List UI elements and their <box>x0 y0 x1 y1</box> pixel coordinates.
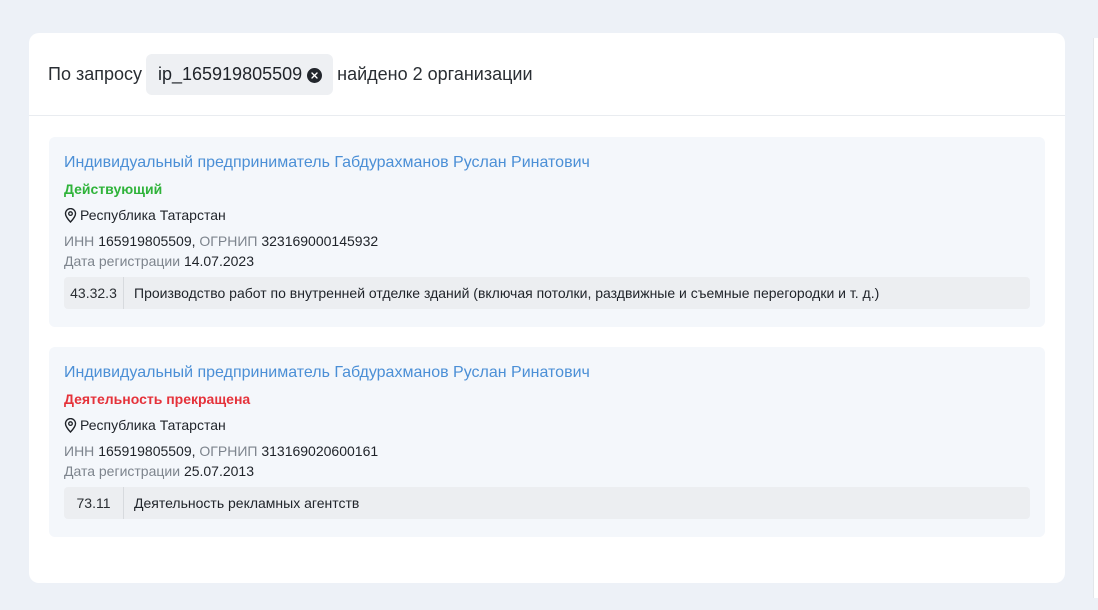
inn-value: 165919805509, <box>98 233 196 249</box>
region-text: Республика Татарстан <box>80 207 226 223</box>
organization-name-link[interactable]: Индивидуальный предприниматель Габдурахм… <box>64 362 590 384</box>
organization-item: Индивидуальный предприниматель Габдурахм… <box>49 137 1045 327</box>
okved-code: 43.32.3 <box>64 277 124 309</box>
search-prefix: По запросу <box>48 63 142 84</box>
ogrnip-value: 323169000145932 <box>261 233 379 249</box>
search-summary: По запросу ip_165919805509 найдено 2 орг… <box>29 33 1065 116</box>
search-suffix: найдено 2 организации <box>337 63 533 84</box>
organization-name-link[interactable]: Индивидуальный предприниматель Габдурахм… <box>64 152 590 174</box>
inn-label: ИНН <box>64 443 95 459</box>
ogrnip-value: 313169020600161 <box>261 443 379 459</box>
ogrnip-label: ОГРНИП <box>199 443 258 459</box>
side-panel-edge <box>1093 38 1098 598</box>
registration-date-label: Дата регистрации <box>64 253 181 269</box>
okved-code: 73.11 <box>64 487 124 519</box>
status-badge: Действующий <box>64 181 163 197</box>
okved-row: 43.32.3 Производство работ по внутренней… <box>64 277 1030 309</box>
registration-date-label: Дата регистрации <box>64 463 181 479</box>
okved-name: Производство работ по внутренней отделке… <box>134 285 880 301</box>
identifiers: ИНН 165919805509, ОГРНИП 323169000145932 <box>64 232 1030 250</box>
registration-date: Дата регистрации 14.07.2023 <box>64 252 1030 270</box>
inn-label: ИНН <box>64 233 95 249</box>
identifiers: ИНН 165919805509, ОГРНИП 313169020600161 <box>64 442 1030 460</box>
search-results-card: По запросу ip_165919805509 найдено 2 орг… <box>29 33 1065 583</box>
location-pin-icon <box>64 417 77 433</box>
query-text: ip_165919805509 <box>157 63 303 84</box>
location-pin-icon <box>64 207 77 223</box>
region: Республика Татарстан <box>64 416 1030 434</box>
registration-date-value: 14.07.2023 <box>183 253 255 269</box>
close-icon[interactable] <box>307 68 323 83</box>
region: Республика Татарстан <box>64 206 1030 224</box>
organization-item: Индивидуальный предприниматель Габдурахм… <box>49 347 1045 537</box>
region-text: Республика Татарстан <box>80 417 226 433</box>
results-list: Индивидуальный предприниматель Габдурахм… <box>29 116 1065 537</box>
okved-row: 73.11 Деятельность рекламных агентств <box>64 487 1030 519</box>
query-chip[interactable]: ip_165919805509 <box>145 53 334 95</box>
status-badge: Деятельность прекращена <box>64 391 251 407</box>
registration-date-value: 25.07.2013 <box>183 463 255 479</box>
inn-value: 165919805509, <box>98 443 196 459</box>
registration-date: Дата регистрации 25.07.2013 <box>64 462 1030 480</box>
ogrnip-label: ОГРНИП <box>199 233 258 249</box>
okved-name: Деятельность рекламных агентств <box>134 495 360 511</box>
